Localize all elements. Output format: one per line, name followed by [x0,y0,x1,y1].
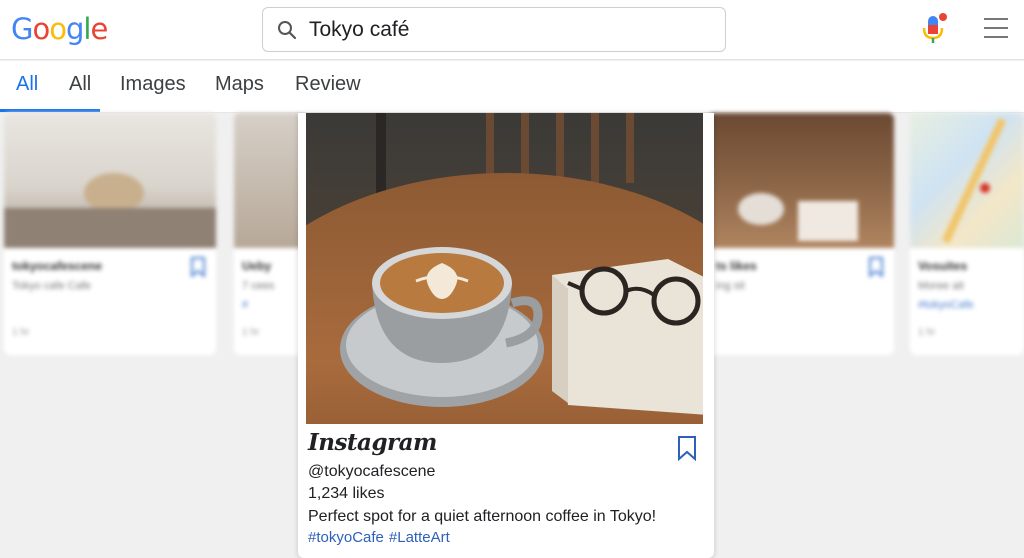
instagram-logo: Instagram [308,429,437,456]
hashtags: #tokyoCafe #LatteArt [308,529,455,546]
search-tabs: All All Images Maps Review [0,61,1024,113]
result-card[interactable]: Ueby 7 cees # 1 hr [234,113,304,355]
hamburger-menu-icon[interactable] [984,18,1008,38]
tab-all-active[interactable]: All [16,73,38,96]
hashtag-link[interactable]: #LatteArt [389,529,450,546]
tab-review[interactable]: Review [295,73,361,96]
search-box[interactable]: Tokyo café [262,7,726,52]
mic-icon[interactable] [918,12,950,46]
tab-maps[interactable]: Maps [215,73,264,96]
search-input[interactable]: Tokyo café [309,18,409,42]
post-caption: Perfect spot for a quiet afternoon coffe… [308,508,657,525]
bookmark-icon[interactable] [868,257,884,277]
search-icon[interactable] [277,20,297,40]
bookmark-icon[interactable] [190,257,206,277]
bookmark-icon[interactable] [676,435,698,461]
tab-images[interactable]: Images [120,73,186,96]
post-handle[interactable]: @tokyocafescene [308,463,435,481]
google-logo[interactable]: Google [11,12,108,46]
results-carousel: tokyocafescene Tokyo cafe Cafe 1 hr Ueby… [0,113,1024,558]
result-card[interactable]: ts likes ing sit [708,113,894,355]
featured-instagram-card[interactable]: Instagram @tokyocafescene 1,234 likes Pe… [298,113,714,558]
likes-count: 1,234 likes [308,485,385,502]
result-card[interactable]: tokyocafescene Tokyo cafe Cafe 1 hr [4,113,216,355]
top-bar: Google Tokyo café [0,0,1024,60]
result-card[interactable]: Vosuites Moree ait #tokyoCafe 1 hr [910,113,1024,355]
tab-all[interactable]: All [69,73,91,96]
hashtag-link[interactable]: #tokyoCafe [308,529,384,546]
coffee-photo[interactable] [306,113,703,424]
active-tab-indicator [0,109,100,112]
